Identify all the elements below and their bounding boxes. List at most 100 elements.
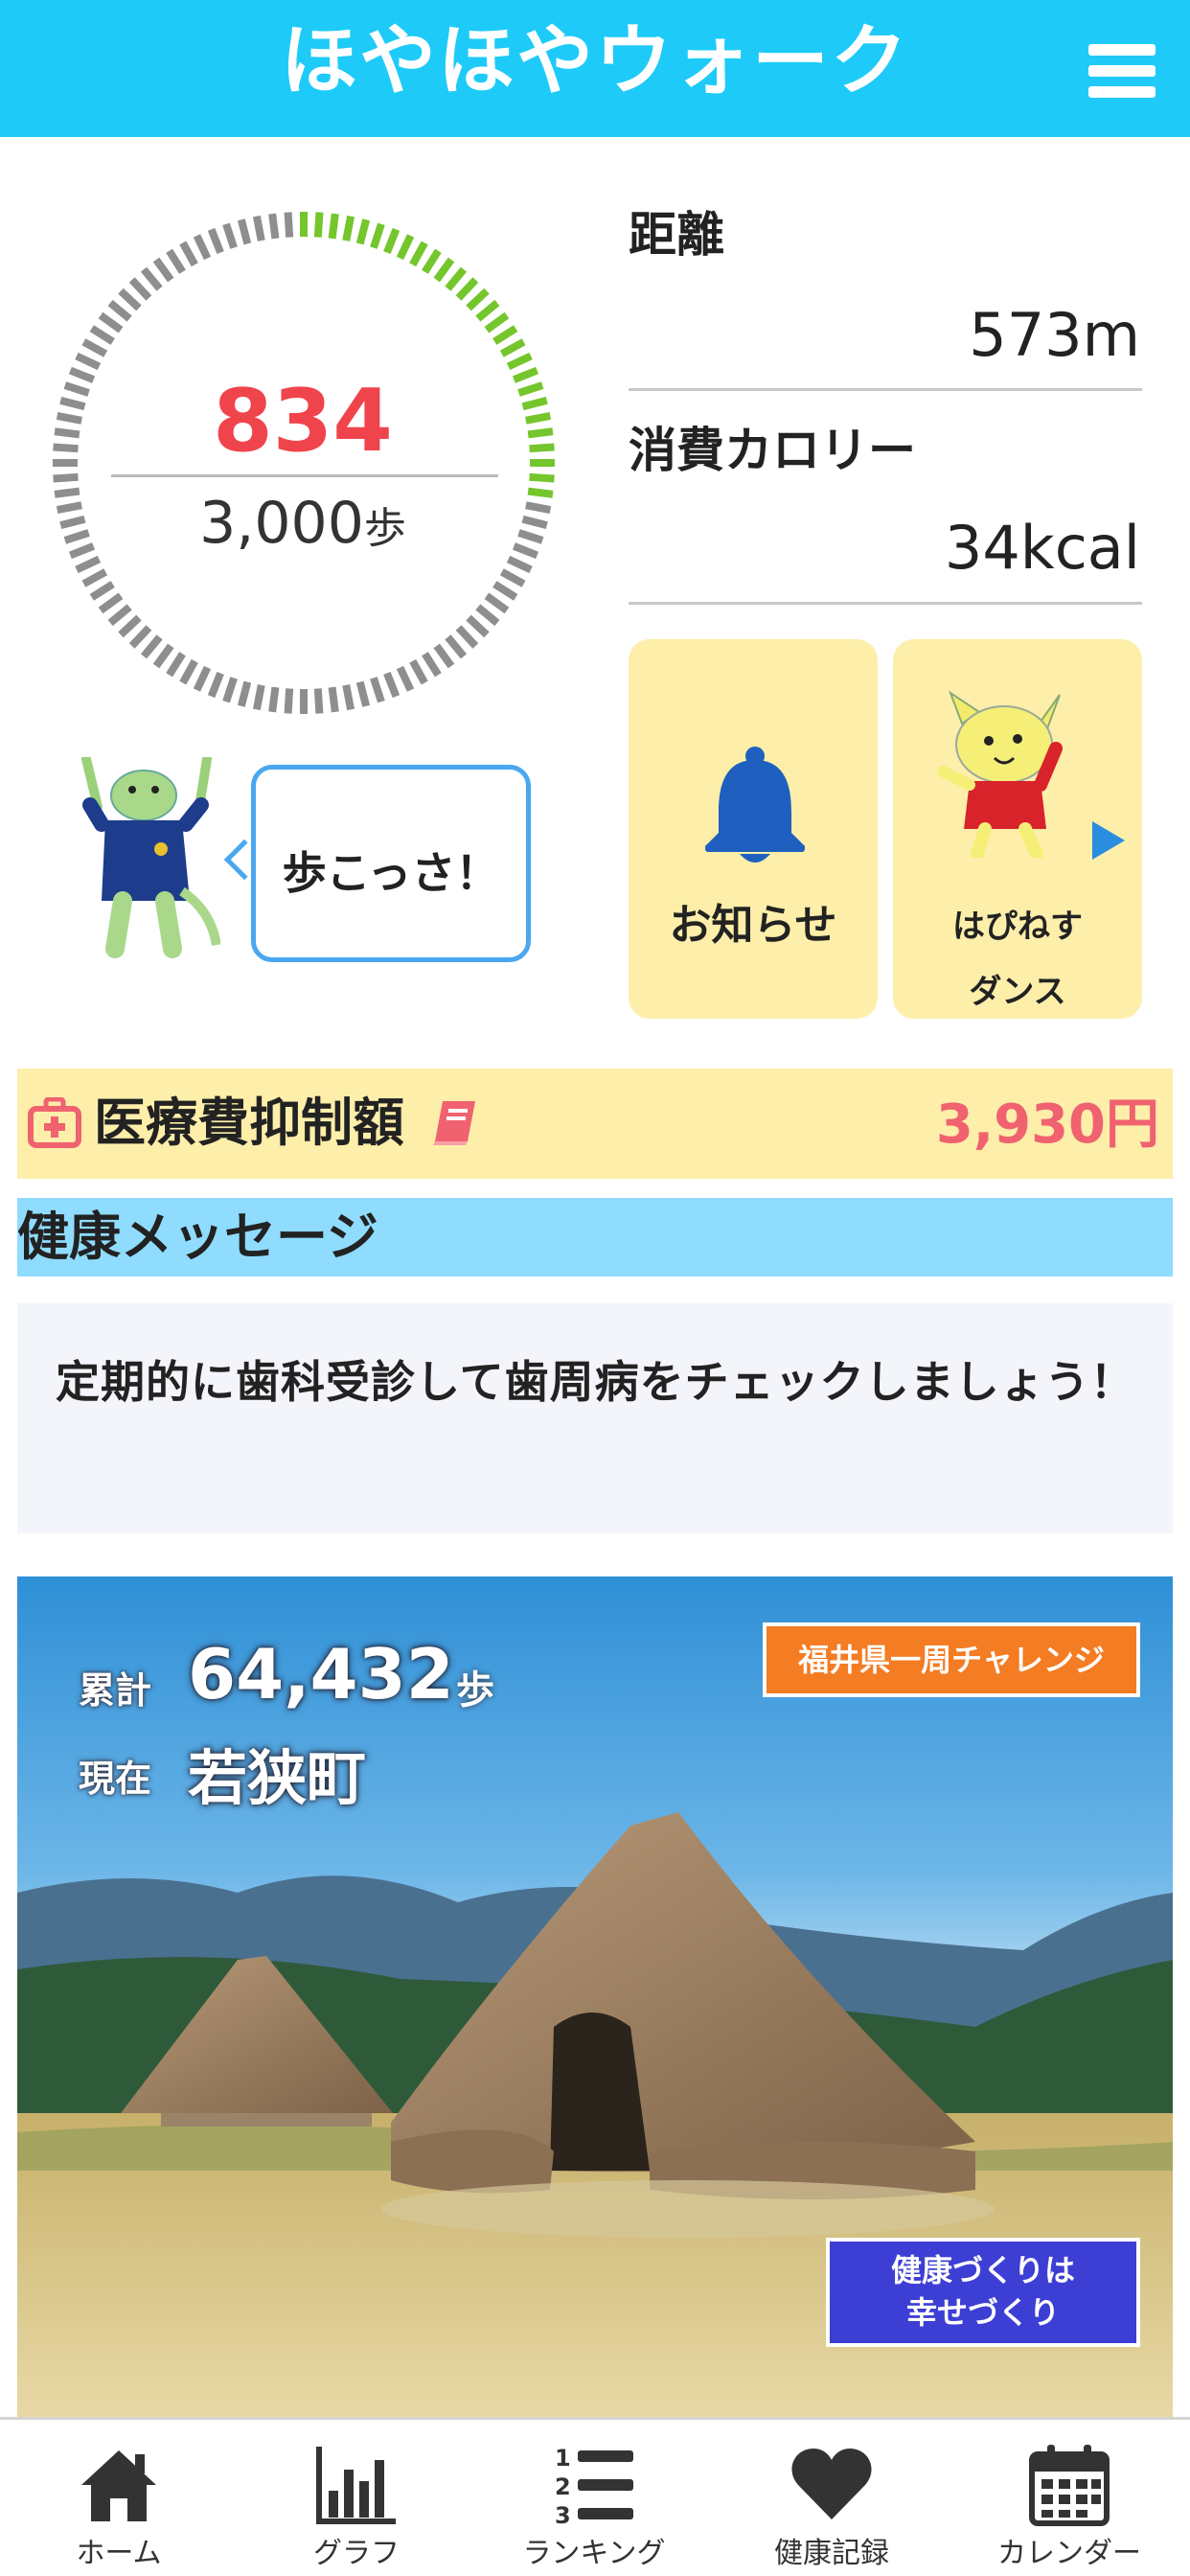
total-steps-label: 累計 [79, 1669, 152, 1712]
ring-tick-done [409, 241, 428, 267]
ring-tick-remaining [56, 411, 82, 425]
challenge-photo-card[interactable]: 累計 64,432 歩 現在 若狭町 福井県一周チャレンジ 健康づくりは 幸せづ… [17, 1576, 1173, 2420]
ring-tick-remaining [422, 652, 442, 678]
ring-tick-remaining [152, 643, 174, 669]
ring-tick-done [396, 234, 415, 261]
ring-tick-remaining [179, 658, 198, 685]
nav-home[interactable]: ホーム [0, 2420, 238, 2576]
ring-tick-remaining [59, 396, 86, 411]
medical-cost-bar[interactable]: 医療費抑制額 3,930円 [17, 1069, 1173, 1179]
ring-tick-remaining [525, 501, 552, 515]
ring-tick-remaining [89, 581, 115, 601]
calorie-value: 34kcal [944, 513, 1140, 583]
app-header: ほやほやウォーク [0, 0, 1190, 137]
ring-tick-remaining [284, 688, 294, 714]
nav-graph[interactable]: グラフ [238, 2420, 475, 2576]
nav-health-record[interactable]: 健康記録 [713, 2420, 950, 2576]
nav-graph-label: グラフ [313, 2537, 400, 2570]
nav-home-label: ホーム [76, 2537, 162, 2570]
svg-text:1: 1 [555, 2445, 571, 2472]
ring-tick-remaining [166, 248, 186, 274]
svg-text:3: 3 [555, 2502, 571, 2527]
svg-text:2: 2 [555, 2473, 571, 2500]
medical-cost-value: 3,930円 [935, 1093, 1159, 1156]
ring-tick-remaining [81, 338, 108, 357]
distance-divider [629, 388, 1142, 391]
ring-tick-remaining [140, 266, 163, 291]
slogan-line-2: 幸せづくり [905, 2294, 1060, 2331]
mascot-image [81, 757, 220, 958]
ring-tick-remaining [53, 443, 79, 453]
total-steps-unit: 歩 [456, 1668, 494, 1713]
ring-tick-done [492, 325, 518, 345]
total-steps-value: 64,432 [188, 1634, 454, 1714]
medical-cost-label: 医療費抑制額 [94, 1092, 404, 1153]
ring-tick-remaining [166, 652, 186, 678]
ring-tick-remaining [75, 352, 102, 371]
ring-tick-remaining [222, 677, 238, 703]
ring-tick-remaining [193, 234, 212, 261]
dance-label-1: はぴねす [952, 908, 1083, 946]
goal-steps-value: 3,000 [199, 490, 364, 557]
ring-tick-remaining [355, 680, 371, 707]
ring-tick-remaining [59, 515, 86, 530]
fukui-challenge-button[interactable]: 福井県一周チャレンジ [763, 1622, 1140, 1697]
ring-tick-done [313, 212, 324, 238]
slogan-line-1: 健康づくりは [890, 2252, 1075, 2288]
ring-tick-remaining [252, 684, 265, 711]
ring-tick-remaining [128, 625, 152, 649]
book-icon[interactable] [431, 1097, 479, 1147]
ring-tick-remaining [75, 555, 102, 574]
calorie-label: 消費カロリー [629, 423, 916, 478]
ring-tick-remaining [54, 487, 80, 498]
calendar-icon [1029, 2445, 1110, 2526]
bell-icon [705, 747, 805, 862]
ranking-list-icon: 1 2 3 [555, 2445, 633, 2527]
ring-tick-remaining [68, 542, 96, 560]
play-arrow-icon [1092, 821, 1125, 860]
ring-tick-done [328, 213, 339, 240]
ring-tick-done [433, 257, 455, 283]
ring-tick-remaining [445, 634, 468, 659]
ring-tick-remaining [396, 665, 415, 692]
ring-tick-remaining [222, 222, 238, 249]
dance-label-2: ダンス [969, 973, 1066, 1011]
ring-tick-remaining [107, 299, 132, 322]
nav-calendar[interactable]: カレンダー [950, 2420, 1188, 2576]
happiness-dance-tile[interactable]: はぴねす ダンス [893, 639, 1142, 1019]
slogan-badge: 健康づくりは 幸せづくり [826, 2238, 1140, 2347]
ring-tick-done [521, 396, 548, 411]
ring-tick-remaining [409, 658, 428, 685]
ring-tick-remaining [54, 427, 80, 439]
notice-tile[interactable]: お知らせ [629, 639, 878, 1019]
ring-tick-remaining [98, 311, 124, 334]
ring-tick-remaining [342, 684, 355, 711]
ring-tick-remaining [383, 671, 400, 699]
ring-tick-remaining [118, 614, 142, 638]
nav-ranking[interactable]: 1 2 3 ランキング [475, 2420, 713, 2576]
ring-tick-remaining [81, 568, 108, 587]
speech-bubble: 歩こっさ！ [251, 765, 531, 962]
dance-mascot-image [937, 690, 1063, 858]
ring-tick-remaining [207, 227, 224, 255]
health-message-title: 健康メッセージ [17, 1207, 378, 1267]
ring-tick-remaining [98, 592, 124, 614]
ring-tick-remaining [140, 634, 163, 659]
ring-tick-remaining [152, 257, 174, 283]
nav-ranking-label: ランキング [522, 2537, 666, 2570]
ring-tick-remaining [506, 555, 533, 574]
ring-tick-done [517, 381, 544, 397]
distance-value: 573m [969, 300, 1140, 370]
ring-tick-remaining [512, 542, 539, 560]
hamburger-menu-icon[interactable] [1088, 44, 1156, 98]
ring-tick-remaining [68, 366, 96, 383]
ring-tick-remaining [433, 643, 455, 669]
ring-tick-remaining [56, 501, 82, 515]
ring-tick-remaining [53, 472, 79, 483]
ring-tick-done [525, 411, 552, 425]
ring-tick-remaining [268, 686, 280, 713]
ring-tick-remaining [237, 218, 252, 245]
ring-tick-remaining [207, 671, 224, 699]
ring-tick-done [466, 288, 490, 311]
ring-tick-done [512, 366, 539, 383]
